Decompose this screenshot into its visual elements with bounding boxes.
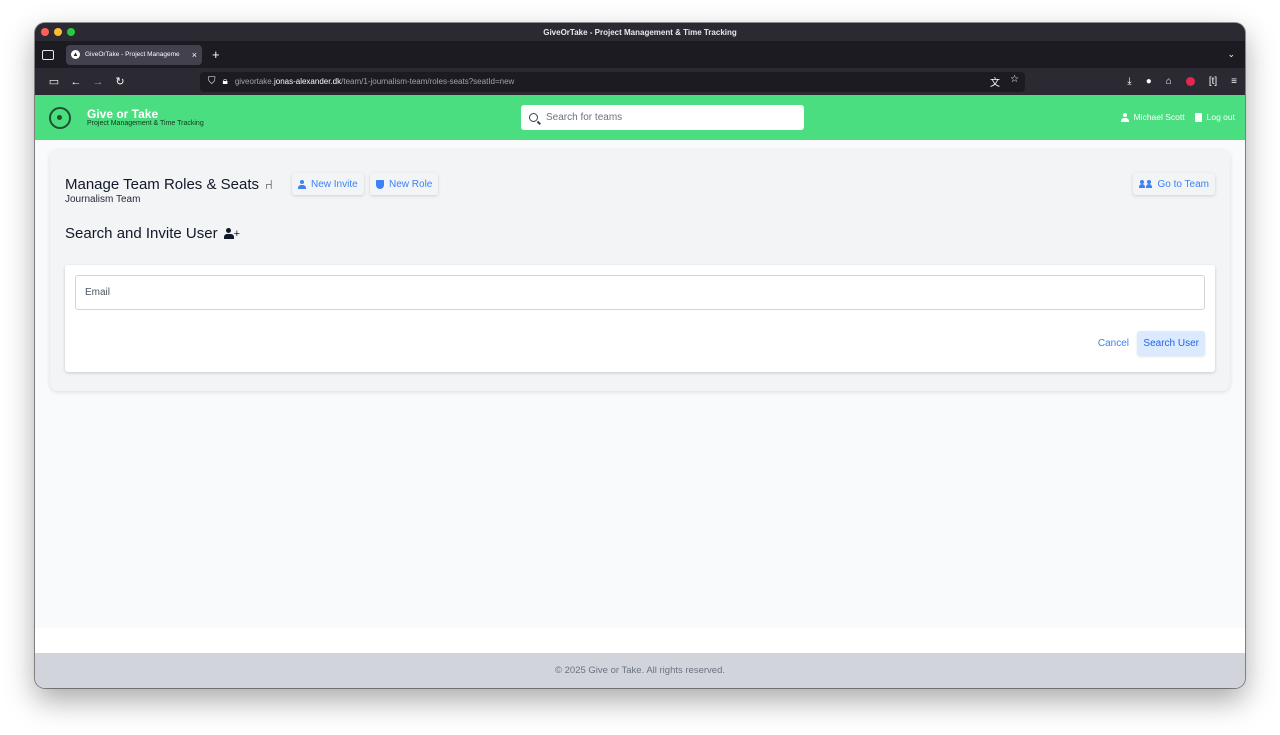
browser-tab[interactable]: ▲ GiveOrTake - Project Manageme ×	[66, 44, 202, 65]
door-icon	[1194, 112, 1202, 122]
logo-icon[interactable]	[49, 107, 71, 129]
window-controls	[41, 28, 75, 36]
tab-list-icon[interactable]	[42, 49, 54, 60]
reader-icon[interactable]: [t]	[1209, 76, 1217, 87]
brand-tagline: Project Management & Time Tracking	[87, 120, 204, 127]
close-window-button[interactable]	[41, 28, 49, 36]
url-bar[interactable]: ⛉ 🔒︎ giveortake.jonas-alexander.dk/team/…	[200, 71, 1025, 92]
title-bar: GiveOrTake - Project Management & Time T…	[35, 23, 1245, 41]
invite-form: Cancel Search User	[65, 265, 1215, 372]
web-page: Give or Take Project Management & Time T…	[35, 95, 1245, 688]
team-name: Journalism Team	[65, 194, 141, 205]
cancel-button[interactable]: Cancel	[1098, 338, 1129, 349]
main-content: Manage Team Roles & Seats ⑁ Journalism T…	[35, 140, 1245, 628]
go-to-team-button[interactable]: Go to Team	[1133, 173, 1215, 195]
url-text[interactable]: giveortake.jonas-alexander.dk/team/1-jou…	[235, 77, 514, 86]
sidebar-toggle-icon[interactable]: ▭	[43, 75, 65, 88]
extensions-icon[interactable]: ⌂	[1166, 76, 1172, 87]
favicon-icon: ▲	[71, 50, 80, 59]
forward-icon[interactable]: →	[87, 76, 109, 88]
reload-icon[interactable]: ↻	[109, 75, 131, 88]
new-role-label: New Role	[389, 178, 433, 190]
user-icon	[298, 179, 306, 189]
navigation-bar: ▭ ← → ↻ ⛉ 🔒︎ giveortake.jonas-alexander.…	[35, 68, 1245, 95]
download-icon[interactable]: ⤓	[1127, 76, 1131, 87]
account-icon[interactable]: ●	[1146, 76, 1152, 87]
users-group-icon	[1139, 180, 1153, 188]
new-tab-button[interactable]: +	[212, 47, 220, 62]
page-title: Manage Team Roles & Seats ⑁	[65, 176, 273, 193]
translate-icon[interactable]: 文	[990, 74, 1000, 89]
new-invite-label: New Invite	[311, 178, 358, 190]
tab-title: GiveOrTake - Project Manageme	[85, 51, 180, 58]
search-icon	[529, 113, 538, 122]
menu-icon[interactable]: ≡	[1231, 76, 1237, 87]
lock-icon[interactable]: 🔒︎	[223, 76, 228, 87]
user-area: Michael Scott Log out	[1120, 112, 1235, 122]
brand[interactable]: Give or Take Project Management & Time T…	[87, 107, 204, 128]
page-title-text: Manage Team Roles & Seats	[65, 176, 259, 193]
new-role-button[interactable]: New Role	[370, 173, 439, 195]
search-user-button[interactable]: Search User	[1137, 331, 1205, 356]
tab-bar: ▲ GiveOrTake - Project Manageme × + ⌄	[35, 41, 1245, 68]
ublock-icon[interactable]	[1185, 77, 1195, 86]
minimize-window-button[interactable]	[54, 28, 62, 36]
user-icon	[1120, 112, 1129, 122]
invite-heading: Search and Invite User +	[65, 225, 240, 242]
new-invite-button[interactable]: New Invite	[292, 173, 364, 195]
maximize-window-button[interactable]	[67, 28, 75, 36]
back-icon[interactable]: ←	[65, 76, 87, 88]
user-plus-icon: +	[223, 228, 240, 240]
shield-icon	[376, 179, 384, 189]
bookmark-star-icon[interactable]: ☆	[1010, 74, 1019, 89]
go-to-team-label: Go to Team	[1157, 178, 1209, 190]
logout-label: Log out	[1206, 112, 1235, 122]
app-header: Give or Take Project Management & Time T…	[35, 95, 1245, 140]
close-tab-icon[interactable]: ×	[192, 50, 197, 60]
team-search	[521, 105, 804, 130]
invite-heading-text: Search and Invite User	[65, 225, 218, 242]
window-title: GiveOrTake - Project Management & Time T…	[543, 27, 737, 37]
tab-overflow-chevron-icon[interactable]: ⌄	[1227, 49, 1235, 60]
email-field[interactable]	[75, 275, 1205, 310]
brand-name: Give or Take	[87, 107, 159, 121]
logout-link[interactable]: Log out	[1194, 112, 1235, 122]
chair-icon: ⑁	[265, 177, 273, 192]
user-profile-link[interactable]: Michael Scott	[1120, 112, 1185, 122]
toolbar-icons: ⤓ ● ⌂ [t] ≡	[1127, 76, 1237, 87]
roles-seats-card: Manage Team Roles & Seats ⑁ Journalism T…	[50, 150, 1230, 391]
footer: © 2025 Give or Take. All rights reserved…	[35, 653, 1245, 688]
shield-tracking-icon[interactable]: ⛉	[208, 76, 216, 87]
team-search-input[interactable]	[546, 112, 786, 123]
user-name: Michael Scott	[1133, 112, 1185, 122]
browser-window: GiveOrTake - Project Management & Time T…	[35, 23, 1245, 688]
footer-text: © 2025 Give or Take. All rights reserved…	[555, 665, 725, 676]
